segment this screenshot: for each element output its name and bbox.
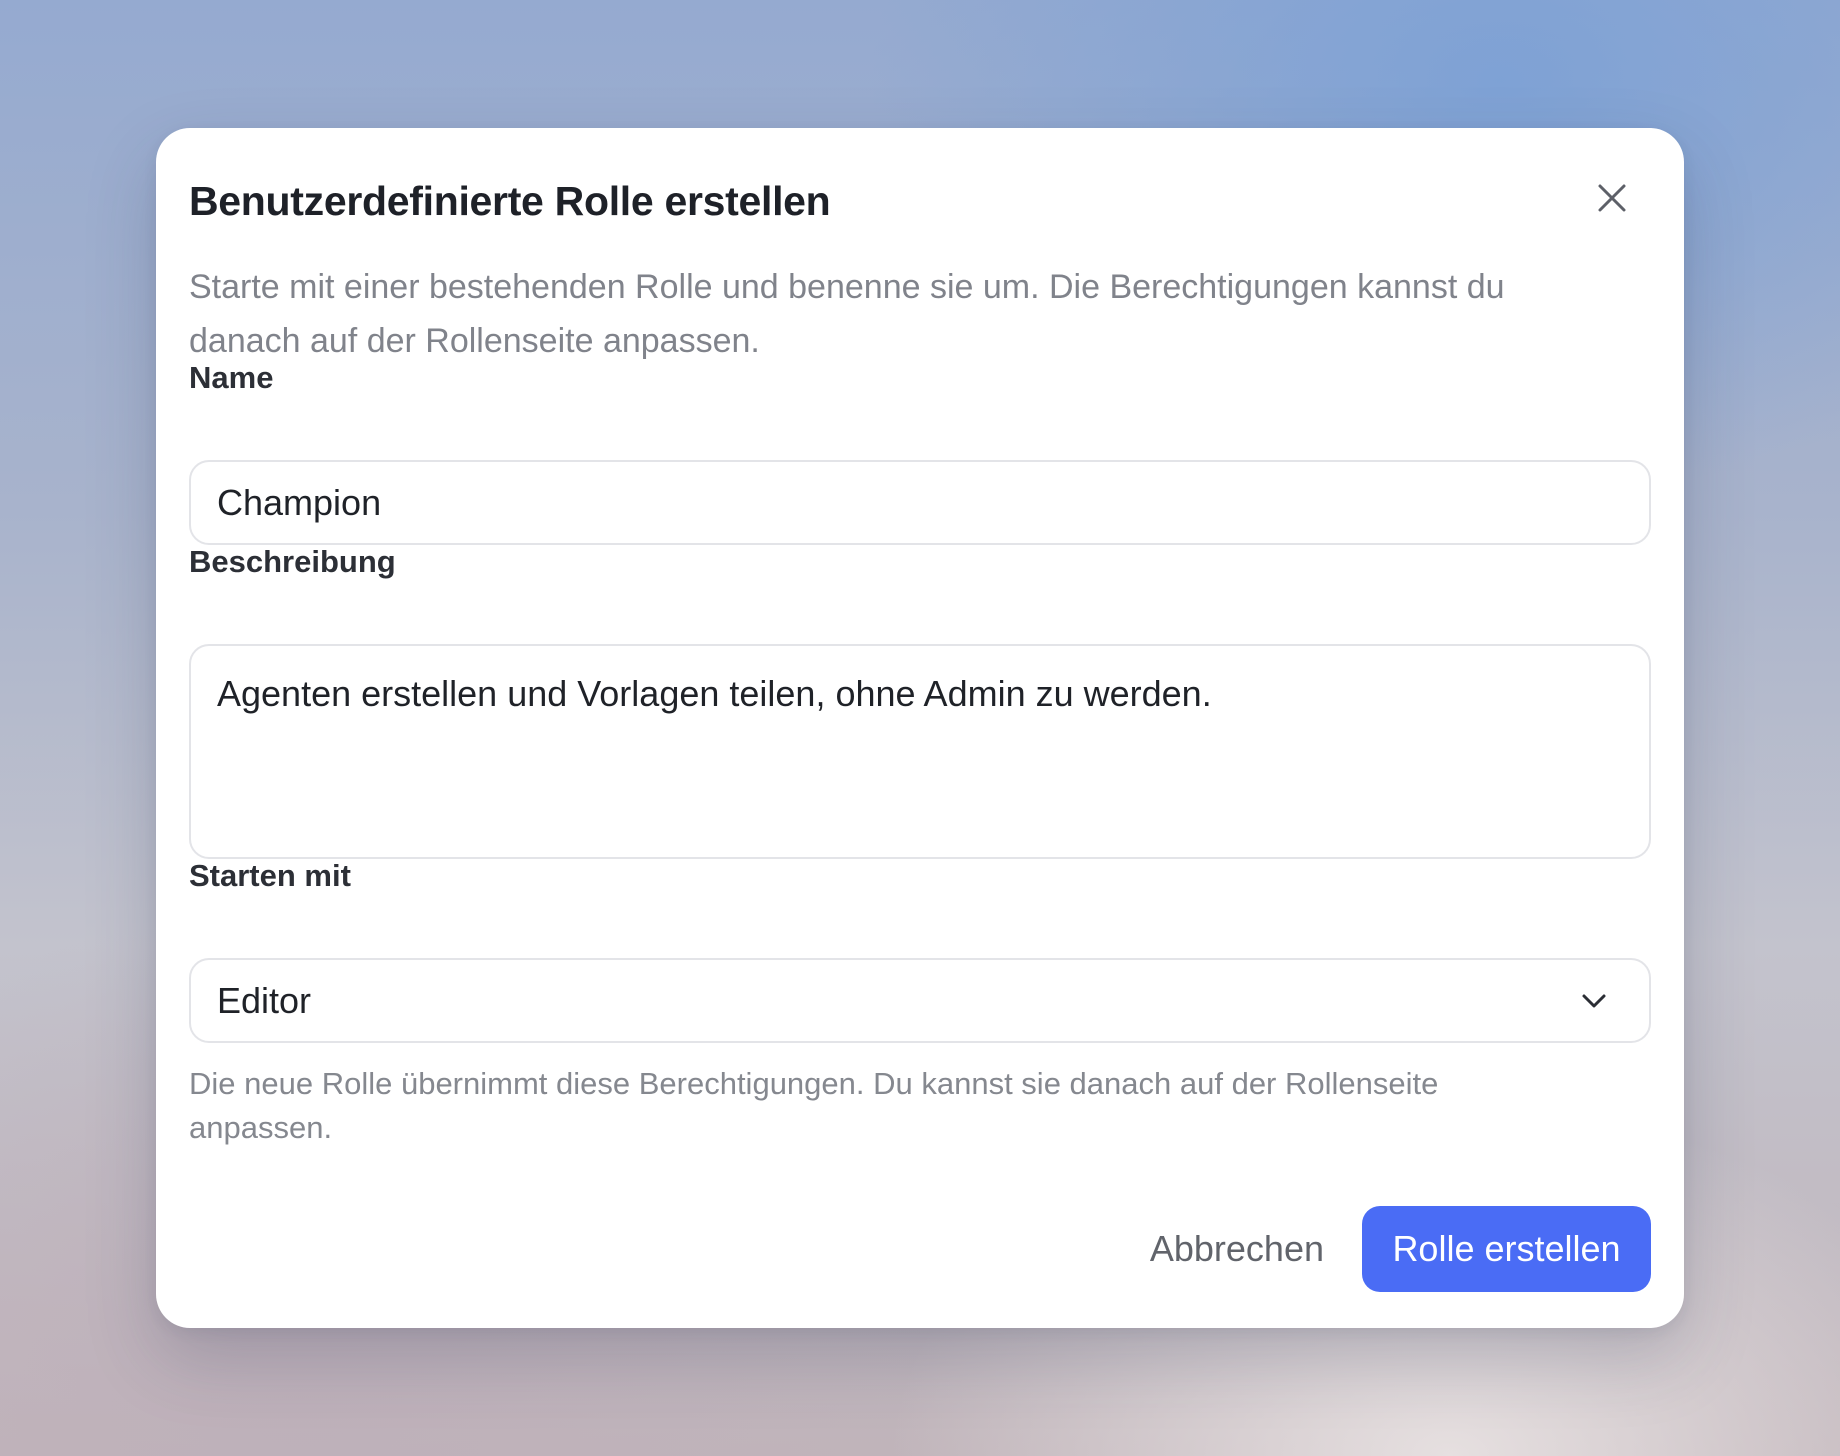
create-role-dialog: Benutzerdefinierte Rolle erstellen Start… [156,128,1684,1328]
description-textarea[interactable]: Agenten erstellen und Vorlagen teilen, o… [189,644,1651,859]
chevron-down-icon [1582,994,1606,1008]
start-with-selected-value: Editor [217,980,312,1021]
start-with-select[interactable]: Editor [189,958,1651,1043]
name-label: Name [189,360,274,395]
create-role-button[interactable]: Rolle erstellen [1362,1206,1651,1292]
close-button[interactable] [1592,178,1632,218]
start-with-helper-text: Die neue Rolle übernimmt diese Berechtig… [189,1066,1439,1145]
start-with-label: Starten mit [189,858,351,893]
dialog-description: Starte mit einer bestehenden Rolle und b… [189,268,1505,360]
description-label: Beschreibung [189,544,396,579]
cancel-button[interactable]: Abbrechen [1150,1206,1324,1292]
close-icon [1598,184,1626,212]
dialog-title: Benutzerdefinierte Rolle erstellen [189,178,831,224]
name-input[interactable]: Champion [189,460,1651,545]
